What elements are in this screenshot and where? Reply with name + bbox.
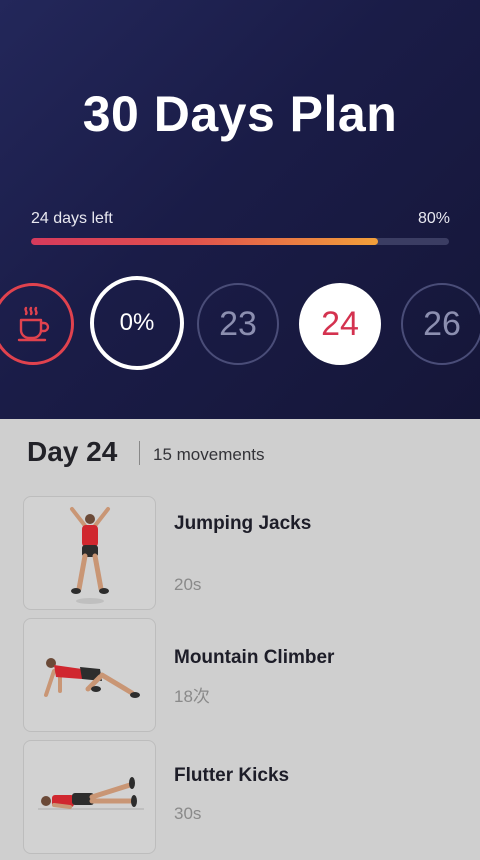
jumping-jacks-figure	[23, 496, 156, 610]
exercise-duration: 30s	[174, 804, 202, 823]
coffee-cup-icon	[17, 306, 50, 342]
plan-progress-bar	[31, 238, 449, 245]
mountain-climber-figure	[23, 618, 156, 732]
progress-percent: 80%	[417, 210, 450, 227]
days-left-label: 24 days left	[31, 210, 113, 227]
day-button-24-selected[interactable]: 24	[299, 283, 381, 365]
exercise-name: Mountain Climber	[174, 647, 335, 668]
rest-day-button[interactable]	[0, 283, 74, 365]
exercise-name: Flutter Kicks	[174, 765, 290, 786]
day-header: Day 24 15 movements	[0, 419, 480, 489]
exercise-row[interactable]: Flutter Kicks 30s	[0, 740, 480, 858]
day-button-23[interactable]: 23	[197, 283, 279, 365]
exercise-duration: 20s	[174, 575, 202, 594]
day-button-26[interactable]: 26	[401, 283, 480, 365]
exercise-duration: 18次	[174, 687, 210, 706]
plan-header: 30 Days Plan 24 days left 80% 0% 23 24 2…	[0, 0, 480, 419]
exercise-row[interactable]: Mountain Climber 18次	[0, 618, 480, 736]
exercise-row[interactable]: Jumping Jacks 20s	[0, 496, 480, 614]
day-progress-circle[interactable]: 0%	[90, 276, 184, 370]
movement-count: 15 movements	[153, 445, 265, 464]
page-title: 30 Days Plan	[82, 86, 398, 142]
day-title: Day 24	[27, 436, 118, 467]
divider	[139, 441, 140, 465]
flutter-kicks-figure	[23, 740, 156, 854]
plan-progress-fill	[31, 238, 378, 245]
exercise-name: Jumping Jacks	[174, 513, 312, 534]
